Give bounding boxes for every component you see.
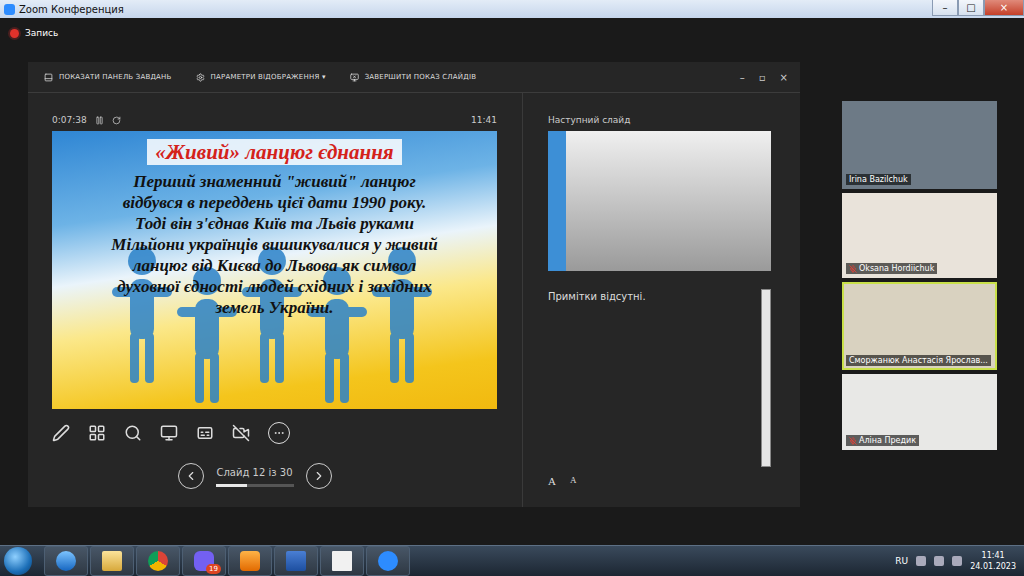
participant-tile[interactable]: Аліна Предик (842, 374, 997, 450)
black-screen-tool[interactable] (160, 424, 178, 442)
font-size-button[interactable]: A (548, 475, 556, 487)
window-control[interactable]: – (932, 0, 958, 16)
shared-screen: ПОКАЗАТИ ПАНЕЛЬ ЗАВДАНЬ ПАРАМЕТРИ ВІДОБРА… (0, 48, 842, 545)
previous-slide-button[interactable] (178, 463, 204, 489)
pen-tool[interactable] (52, 424, 70, 442)
font-size-buttons: AA (548, 467, 771, 487)
zoom-tool[interactable] (124, 424, 142, 442)
network-icon[interactable] (916, 556, 926, 566)
pause-icon[interactable] (95, 116, 104, 125)
mic-off-icon (849, 437, 857, 445)
ie-icon (56, 551, 76, 571)
font-size-button[interactable]: A (570, 475, 577, 487)
toolbar-button[interactable]: ПОКАЗАТИ ПАНЕЛЬ ЗАВДАНЬ (44, 73, 172, 82)
participant-name: Oksana Hordiichuk (846, 263, 937, 274)
flag-icon[interactable] (952, 556, 962, 566)
toolbar-icon (196, 73, 205, 82)
taskbar-app[interactable] (44, 546, 88, 576)
taskbar-app[interactable] (320, 546, 364, 576)
slide-progress (216, 484, 294, 487)
window-title: Zoom Конференция (19, 4, 124, 15)
taskbar-app[interactable] (366, 546, 410, 576)
clock: 11:41 (471, 115, 497, 125)
chevron-left-icon (184, 469, 198, 483)
subtitles-tool[interactable] (196, 424, 214, 442)
current-slide: «Живий» ланцюг єднання Перший знаменний "… (52, 131, 497, 409)
captions-icon (196, 424, 214, 442)
zoom-icon (4, 4, 15, 15)
presenter-view: ПОКАЗАТИ ПАНЕЛЬ ЗАВДАНЬ ПАРАМЕТРИ ВІДОБРА… (28, 62, 800, 507)
system-tray: RU 11:4124.01.2023 (895, 550, 1024, 572)
taskbar-app[interactable] (90, 546, 134, 576)
record-icon (10, 29, 19, 38)
participant-tile[interactable]: Сморжанюк Анастасія Ярослав... (842, 282, 997, 370)
notes-text[interactable]: Примітки відсутні. (548, 289, 761, 467)
next-slide-preview (548, 131, 771, 271)
screen: Zoom Конференция–□×ЗаписьПОКАЗАТИ ПАНЕЛЬ… (0, 0, 1024, 576)
slide-title: «Живий» ланцюг єднання (147, 139, 401, 165)
participant-gallery: Irina Bazilchuk Oksana Hordiichuk Сморжаню… (842, 48, 997, 545)
taskbar-app[interactable] (274, 546, 318, 576)
chrome-icon (148, 551, 168, 571)
file-icon (332, 551, 352, 571)
notification-badge: 19 (206, 564, 221, 574)
toolbar-icon (350, 73, 359, 82)
all-slides-tool[interactable] (88, 424, 106, 442)
chevron-right-icon (312, 469, 326, 483)
zoom-icon (378, 551, 398, 571)
slide-body: Перший знаменний "живий" ланцюгвідбувся … (111, 171, 437, 318)
search-icon (124, 424, 142, 442)
tray-clock[interactable]: 11:4124.01.2023 (970, 550, 1016, 572)
reset-icon[interactable] (112, 116, 121, 125)
folder-icon (102, 551, 122, 571)
player-icon (240, 551, 260, 571)
camera-tool[interactable] (232, 424, 250, 442)
language-indicator[interactable]: RU (895, 556, 908, 566)
next-slide-button[interactable] (306, 463, 332, 489)
participant-tile[interactable]: Irina Bazilchuk (842, 101, 997, 189)
presenter-window-control[interactable]: – (740, 72, 745, 83)
title-bar: Zoom Конференция –□× (0, 0, 1024, 18)
slide-navigation: Слайд 12 із 30 (52, 463, 497, 489)
video-off-icon (232, 424, 250, 442)
monitor-icon (160, 424, 178, 442)
window-control[interactable]: □ (958, 0, 984, 16)
next-slide-label: Наступний слайд (548, 109, 771, 131)
recording-indicator: Запись (0, 18, 1024, 48)
taskbar-app[interactable] (228, 546, 272, 576)
participant-tile[interactable]: Oksana Hordiichuk (842, 193, 997, 278)
slide-tools (52, 417, 497, 449)
presenter-toolbar: ПОКАЗАТИ ПАНЕЛЬ ЗАВДАНЬ ПАРАМЕТРИ ВІДОБРА… (28, 62, 800, 93)
ellipsis-icon (273, 427, 285, 439)
taskbar: 19 RU 11:4124.01.2023 (0, 545, 1024, 576)
timer: 0:07:38 (52, 115, 87, 125)
toolbar-button[interactable]: ЗАВЕРШИТИ ПОКАЗ СЛАЙДІВ (350, 73, 477, 82)
slide-counter[interactable]: Слайд 12 із 30 (217, 465, 293, 480)
mic-off-icon (849, 265, 857, 273)
pen-icon (52, 424, 70, 442)
participant-name: Сморжанюк Анастасія Ярослав... (846, 355, 991, 366)
window-control[interactable]: × (984, 0, 1024, 16)
participant-name: Irina Bazilchuk (846, 174, 911, 185)
timer-row: 0:07:38 11:41 (52, 109, 497, 131)
more-tool[interactable] (268, 422, 290, 444)
volume-icon[interactable] (934, 556, 944, 566)
notes-panel: Примітки відсутні. (548, 289, 771, 467)
toolbar-icon (44, 73, 53, 82)
toolbar-button[interactable]: ПАРАМЕТРИ ВІДОБРАЖЕННЯ ▾ (196, 73, 326, 82)
presenter-window-control[interactable]: ▫ (759, 72, 766, 83)
taskbar-app[interactable] (136, 546, 180, 576)
notes-scrollbar[interactable] (761, 289, 771, 467)
grid-icon (88, 424, 106, 442)
participant-name: Аліна Предик (846, 435, 919, 446)
start-button[interactable] (4, 547, 32, 575)
taskbar-app[interactable]: 19 (182, 546, 226, 576)
word-icon (286, 551, 306, 571)
presenter-window-control[interactable]: × (780, 72, 788, 83)
